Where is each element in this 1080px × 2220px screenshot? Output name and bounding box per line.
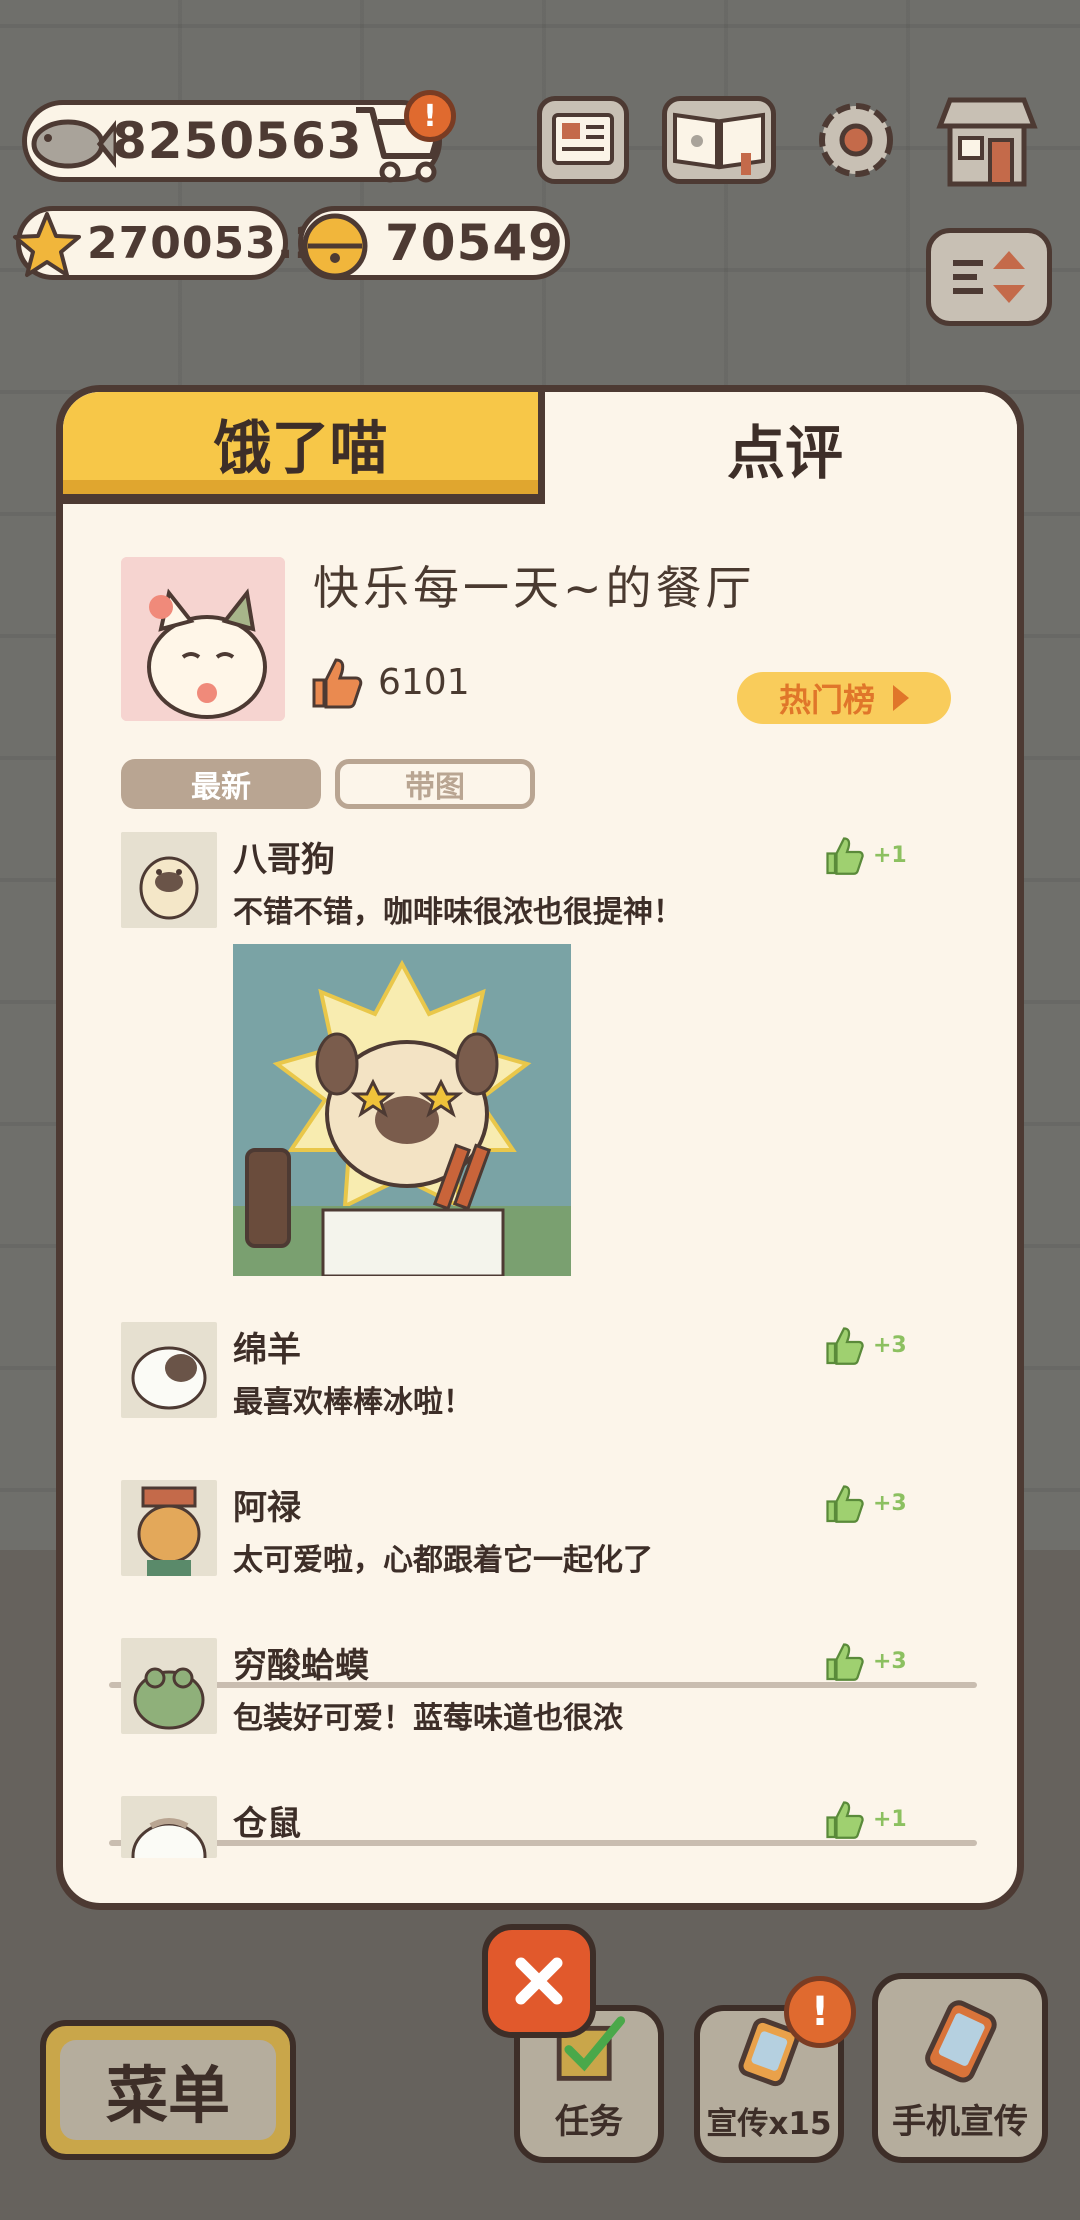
pug-avatar: [121, 832, 217, 928]
bell-count: 70549: [385, 214, 564, 272]
cart-alert-mark: !: [423, 98, 437, 134]
review-like-button[interactable]: +3: [823, 1324, 907, 1366]
menu-button[interactable]: 菜单: [40, 2020, 296, 2160]
review-text: 不错不错，咖啡味很浓也很提神！: [233, 895, 683, 930]
tab-review[interactable]: 点评: [545, 392, 1017, 504]
thumbs-up-icon: [826, 837, 864, 875]
alu-avatar: [121, 1480, 217, 1576]
review-like-count: +1: [873, 1806, 907, 1832]
review-panel: 饿了喵 点评 快乐每一天~的餐厅 6101 热门榜 最新 带图 八哥狗 +1 不…: [56, 385, 1024, 1910]
star-count: 270053.2: [87, 217, 327, 269]
reviewer-name: 穷酸蛤蟆: [233, 1646, 369, 1686]
reviewer-name: 阿禄: [233, 1488, 301, 1528]
thumbs-up-icon: [312, 658, 363, 709]
review-like-count: +3: [873, 1332, 907, 1358]
thumbs-up-icon: [826, 1327, 864, 1365]
sort-icon: [953, 251, 1025, 303]
task-label: 任务: [555, 2102, 623, 2142]
cart-alert-badge: !: [404, 90, 456, 142]
bell-icon: [296, 206, 374, 284]
review-like-count: +1: [873, 842, 907, 868]
frog-avatar: [121, 1638, 217, 1734]
filter-with-picture-label: 带图: [405, 770, 465, 805]
newspaper-icon: [552, 113, 614, 165]
promotion-alert-badge: !: [784, 1976, 856, 2048]
filter-latest-label: 最新: [191, 770, 251, 805]
phone-promotion-button[interactable]: 手机宣传: [872, 1973, 1048, 2163]
review-text: 最喜欢棒棒冰啦！: [233, 1385, 473, 1420]
restaurant-name: 快乐每一天~的餐厅: [313, 561, 756, 615]
book-icon: [673, 112, 765, 175]
hot-list-label: 热门榜: [778, 681, 875, 719]
promotion-alert-mark: !: [810, 1989, 830, 2035]
phone-promotion-label: 手机宣传: [892, 2102, 1028, 2142]
layout-toggle-button[interactable]: [926, 228, 1052, 326]
star-icon: [12, 210, 82, 280]
reviewer-name: 八哥狗: [233, 840, 335, 880]
settings-button[interactable]: [808, 92, 904, 188]
close-button[interactable]: [482, 1924, 596, 2038]
restaurant-likes-count: 6101: [378, 661, 470, 703]
fish-icon: [16, 100, 116, 190]
restaurant-likes: 6101: [308, 654, 470, 710]
cat-book-button[interactable]: [662, 96, 776, 184]
shop-front-button[interactable]: [930, 86, 1044, 196]
tab-review-label: 点评: [726, 419, 843, 487]
panel-tabs: 饿了喵 点评: [63, 392, 1017, 507]
review-text: 包装好可爱！蓝莓味道也很浓: [233, 1701, 623, 1736]
phone-icon: [925, 2000, 997, 2083]
menu-label: 菜单: [105, 2059, 230, 2132]
filter-latest-button[interactable]: 最新: [121, 759, 321, 809]
close-icon: [515, 1957, 563, 2005]
thumbs-up-icon: [826, 1485, 864, 1523]
restaurant-avatar: [121, 557, 285, 721]
storefront-icon: [936, 97, 1038, 187]
reviewer-name: 绵羊: [233, 1330, 301, 1370]
review-like-button[interactable]: +3: [823, 1640, 907, 1682]
review-text: 太可爱啦，心都跟着它一起化了: [233, 1543, 653, 1578]
review-photo[interactable]: [233, 944, 571, 1276]
fish-count: 8250563: [112, 112, 363, 170]
review-like-button[interactable]: +1: [823, 834, 907, 876]
tab-hungry-meow[interactable]: 饿了喵: [63, 392, 545, 504]
thumbs-up-icon: [826, 1643, 864, 1681]
hamster-avatar: [121, 1796, 217, 1858]
reviewer-name: 仓鼠: [233, 1804, 301, 1844]
promotion-label: 宣传x15: [706, 2106, 832, 2142]
review-like-button[interactable]: +1: [823, 1798, 907, 1840]
filter-with-picture-button[interactable]: 带图: [335, 759, 535, 809]
review-like-count: +3: [873, 1648, 907, 1674]
review-like-button[interactable]: +3: [823, 1482, 907, 1524]
sheep-avatar: [121, 1322, 217, 1418]
arrow-right-icon: [893, 685, 909, 711]
tab-hungry-meow-label: 饿了喵: [213, 414, 388, 482]
newspaper-button[interactable]: [537, 96, 629, 184]
gear-icon: [819, 103, 893, 177]
hot-list-button[interactable]: 热门榜: [737, 672, 951, 724]
review-like-count: +3: [873, 1490, 907, 1516]
thumbs-up-icon: [826, 1801, 864, 1839]
